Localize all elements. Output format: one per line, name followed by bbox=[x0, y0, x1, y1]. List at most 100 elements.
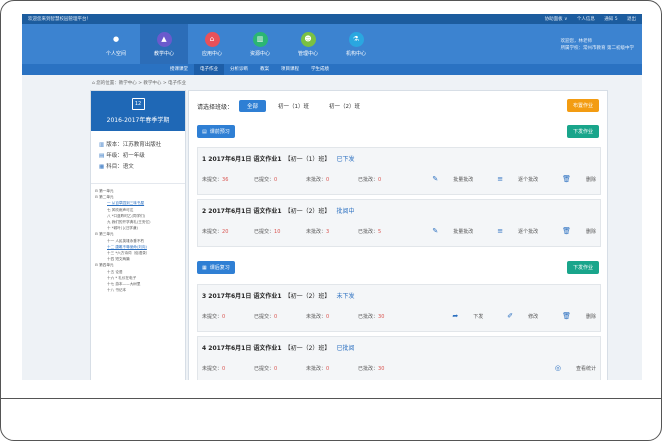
stat-item: 已批改：0 bbox=[358, 176, 410, 183]
grade-icon: ▤ bbox=[99, 153, 105, 159]
homework-status[interactable]: 批阅中 bbox=[336, 208, 354, 215]
header: ● 个人空间 ▲ 教学中心 ⌂ 应用中心 ▥ 资源中心 ☻ 管理中心 ⚗ 机构中心 欢迎您，林老师 所… bbox=[22, 24, 642, 64]
person-icon: ● bbox=[108, 31, 124, 47]
stat-value: 0 bbox=[326, 314, 330, 320]
subnav-item-5[interactable]: 项目课程 bbox=[275, 64, 305, 75]
top-link-panel[interactable]: 协助面板 ∨ bbox=[545, 17, 568, 22]
action-label: 查看统计 bbox=[575, 365, 596, 372]
homework-card-1: 1 2017年6月1日 语文作业1 【初一（1）班】 已下发 未提交：36 已提交：0 未… bbox=[197, 147, 601, 195]
stat-item: 已批改：30 bbox=[358, 313, 410, 320]
homework-title: 3 2017年6月1日 语文作业1 【初一（2）班】 未下发 bbox=[202, 291, 354, 300]
stat-label: 未提交： bbox=[202, 177, 223, 183]
top-link-profile[interactable]: 个人信息 bbox=[577, 17, 595, 22]
action-label: 批量批改 bbox=[453, 228, 474, 235]
homework-class: 【初一（2）班】 bbox=[284, 208, 331, 215]
stat-item: 未批改：0 bbox=[306, 176, 358, 183]
stat-item: 已提交：0 bbox=[254, 313, 306, 320]
assign-homework-button[interactable]: 布置作业 bbox=[566, 99, 599, 112]
batch-edit-icon: ✎ bbox=[432, 227, 439, 235]
homework-actions: ✎ 批量批改 ≡ 逐个批改 🗑 删除 bbox=[408, 175, 596, 183]
section-review-button[interactable]: ▦ 课后复习 bbox=[197, 261, 235, 274]
action-button[interactable]: 🗑 删除 bbox=[550, 175, 596, 183]
stat-label: 已提交： bbox=[254, 366, 275, 372]
stat-value: 5 bbox=[378, 229, 382, 235]
stat-value: 0 bbox=[222, 314, 226, 320]
stat-item: 已批改：5 bbox=[358, 228, 410, 235]
homework-status[interactable]: 未下发 bbox=[336, 293, 354, 300]
nav-item-5[interactable]: ☻ 管理中心 bbox=[284, 24, 332, 64]
stat-label: 未批改： bbox=[306, 177, 327, 183]
action-button[interactable]: ✎ 批量批改 bbox=[420, 227, 473, 235]
action-button[interactable]: ➦ 下发 bbox=[440, 312, 483, 320]
homework-status[interactable]: 已批阅 bbox=[336, 345, 354, 352]
stat-value: 30 bbox=[378, 366, 385, 372]
course-meta-text: 版本：江苏教育出版社 bbox=[106, 142, 162, 148]
nav-item-4[interactable]: ▥ 资源中心 bbox=[236, 24, 284, 64]
homework-status[interactable]: 已下发 bbox=[336, 156, 354, 163]
stat-label: 未批改： bbox=[306, 366, 327, 372]
action-button[interactable]: 🗑 删除 bbox=[550, 227, 596, 235]
issue-homework-button[interactable]: 下发作业 bbox=[566, 125, 599, 138]
batch-edit-icon: ✎ bbox=[432, 175, 439, 183]
trash-icon: 🗑 bbox=[562, 175, 571, 183]
action-button[interactable]: ≡ 逐个批改 bbox=[485, 175, 538, 183]
subnav-item-4[interactable]: 教案 bbox=[254, 64, 275, 75]
user-greeting: 欢迎您，林老师 bbox=[560, 39, 593, 44]
trash-icon: 🗑 bbox=[562, 227, 571, 235]
action-button[interactable]: ≡ 逐个批改 bbox=[485, 227, 538, 235]
class-filter-chip[interactable]: 初一（2）班 bbox=[321, 100, 368, 112]
subnav-item-2[interactable]: 电子作业 bbox=[194, 64, 224, 75]
stat-label: 已批改： bbox=[358, 177, 379, 183]
sidebar: 12 2016-2017年春季学期 ▥ 版本：江苏教育出版社 ▤ 年级：初一年级 ▦ 科目… bbox=[90, 90, 186, 380]
action-button[interactable]: ◎ 查看统计 bbox=[543, 364, 596, 372]
stat-value: 30 bbox=[378, 314, 385, 320]
action-button[interactable]: 🗑 删除 bbox=[550, 312, 596, 320]
homework-name: 2017年6月1日 语文作业1 bbox=[208, 345, 282, 352]
homework-panel: 请选择班级： 全部 初一（1）班 初一（2）班 布置作业 ▤ 课前预习 下发作业 1 … bbox=[188, 90, 608, 380]
homework-name: 2017年6月1日 语文作业1 bbox=[208, 208, 282, 215]
stat-value: 36 bbox=[222, 177, 229, 183]
subnav-item-3[interactable]: 分析诊断 bbox=[224, 64, 254, 75]
nav-item-3[interactable]: ⌂ 应用中心 bbox=[188, 24, 236, 64]
chapter-tree-item[interactable]: 十八 书记本 bbox=[95, 287, 181, 293]
homework-name: 2017年6月1日 语文作业1 bbox=[208, 293, 282, 300]
nav-item-6[interactable]: ⚗ 机构中心 bbox=[332, 24, 380, 64]
issue-homework-button-2[interactable]: 下发作业 bbox=[566, 261, 599, 274]
action-label: 逐个批改 bbox=[518, 228, 539, 235]
course-meta-item: ▤ 年级：初一年级 bbox=[99, 151, 177, 159]
homework-number: 2 bbox=[202, 208, 207, 215]
action-button[interactable]: ✎ 批量批改 bbox=[420, 175, 473, 183]
nav-item-label: 机构中心 bbox=[345, 50, 366, 57]
homework-class: 【初一（2）班】 bbox=[284, 345, 331, 352]
stat-value: 0 bbox=[274, 366, 278, 372]
subnav-item-1[interactable]: 授课课堂 bbox=[164, 64, 194, 75]
class-filter-chip[interactable]: 全部 bbox=[239, 100, 267, 112]
stat-label: 已提交： bbox=[254, 229, 275, 235]
action-label: 修改 bbox=[528, 313, 539, 320]
action-label: 下发 bbox=[473, 313, 484, 320]
nav-item-1[interactable]: ● 个人空间 bbox=[92, 24, 140, 64]
stat-item: 未提交：0 bbox=[202, 313, 254, 320]
homework-number: 1 bbox=[202, 156, 207, 163]
top-link-logout[interactable]: 退出 bbox=[627, 17, 636, 22]
top-link-notice[interactable]: 通知 5 bbox=[604, 17, 617, 22]
section-preview-label: 课前预习 bbox=[209, 129, 230, 135]
course-meta-text: 年级：初一年级 bbox=[106, 153, 145, 159]
stat-item: 未提交：20 bbox=[202, 228, 254, 235]
stat-item: 已提交：0 bbox=[254, 365, 306, 372]
section-preview-button[interactable]: ▤ 课前预习 bbox=[197, 125, 235, 138]
class-filter: 请选择班级： 全部 初一（1）班 初一（2）班 bbox=[197, 100, 372, 112]
class-filter-chip[interactable]: 初一（1）班 bbox=[270, 100, 317, 112]
nav-item-2[interactable]: ▲ 教学中心 bbox=[140, 24, 188, 64]
stat-label: 未批改： bbox=[306, 229, 327, 235]
action-button[interactable]: ✐ 修改 bbox=[495, 312, 538, 320]
course-meta-item: ▦ 科目：语文 bbox=[99, 162, 177, 170]
homework-stats: 未提交：36 已提交：0 未批改：0 已批改：0 bbox=[202, 176, 410, 183]
review-icon: ▦ bbox=[202, 264, 207, 271]
subnav-item-6[interactable]: 学生成绩 bbox=[305, 64, 335, 75]
homework-stats: 未提交：0 已提交：0 未批改：0 已批改：30 bbox=[202, 365, 410, 372]
edit-list-icon: ≡ bbox=[497, 227, 504, 235]
stat-item: 已批改：30 bbox=[358, 365, 410, 372]
action-label: 批量批改 bbox=[453, 176, 474, 183]
breadcrumb: ⌂ 您的位置：教学中心 > 教学中心 > 电子作业 bbox=[92, 80, 186, 86]
